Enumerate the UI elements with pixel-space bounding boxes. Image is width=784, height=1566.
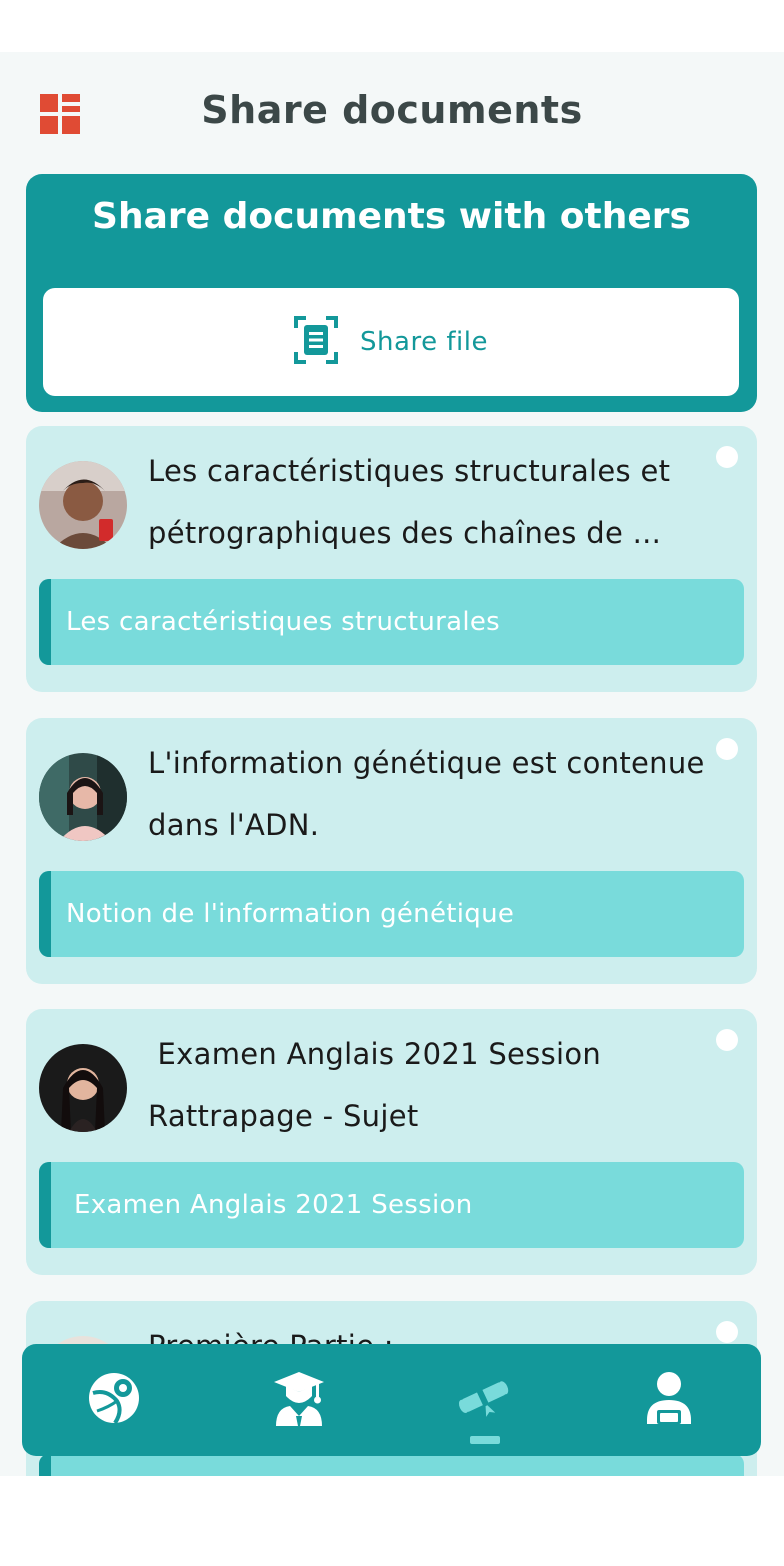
document-tag-label: Examen Anglais 2021 Session <box>74 1190 473 1220</box>
document-tag-label: Les caractéristiques structurales <box>66 607 500 637</box>
share-panel: Share documents with others Share file <box>26 174 757 412</box>
nav-item-documents[interactable] <box>424 1344 544 1456</box>
globe-icon <box>87 1371 141 1429</box>
select-dot[interactable] <box>716 446 738 468</box>
diploma-icon <box>456 1376 512 1424</box>
profile-icon <box>645 1370 693 1430</box>
document-tag[interactable]: Les caractéristiques structurales <box>39 579 744 665</box>
document-title: Examen Anglais 2021 Session Rattrapage -… <box>148 1037 611 1133</box>
avatar <box>39 753 127 841</box>
share-heading: Share documents with others <box>92 196 691 237</box>
select-dot[interactable] <box>716 1029 738 1051</box>
document-title: Les caractéristiques structurales et pét… <box>148 454 680 550</box>
share-file-label: Share file <box>360 327 488 357</box>
document-title: L'information génétique est contenue dan… <box>148 746 715 842</box>
document-tag[interactable]: Examen Anglais 2021 Session <box>39 1162 744 1248</box>
document-card[interactable]: L'information génétique est contenue dan… <box>26 718 757 984</box>
document-tag[interactable]: Notion de l'information génétique <box>39 871 744 957</box>
active-tab-indicator <box>469 1436 500 1444</box>
document-tag[interactable] <box>39 1454 744 1476</box>
app-screen: Share documents Share documents with oth… <box>0 52 784 1476</box>
avatar <box>39 461 127 549</box>
avatar <box>39 1044 127 1132</box>
share-file-button[interactable]: Share file <box>43 288 739 396</box>
select-dot[interactable] <box>716 738 738 760</box>
document-card[interactable]: Examen Anglais 2021 Session Rattrapage -… <box>26 1009 757 1275</box>
document-tag-label: Notion de l'information génétique <box>66 899 515 929</box>
nav-item-courses[interactable] <box>239 1344 359 1456</box>
nav-item-profile[interactable] <box>609 1344 729 1456</box>
graduate-icon <box>272 1370 326 1430</box>
select-dot[interactable] <box>716 1321 738 1343</box>
bottom-nav <box>22 1344 761 1456</box>
document-card[interactable]: Les caractéristiques structurales et pét… <box>26 426 757 692</box>
top-bar: Share documents <box>0 52 784 172</box>
page-title: Share documents <box>201 88 583 132</box>
nav-item-explore[interactable] <box>54 1344 174 1456</box>
document-scan-icon <box>294 316 339 368</box>
